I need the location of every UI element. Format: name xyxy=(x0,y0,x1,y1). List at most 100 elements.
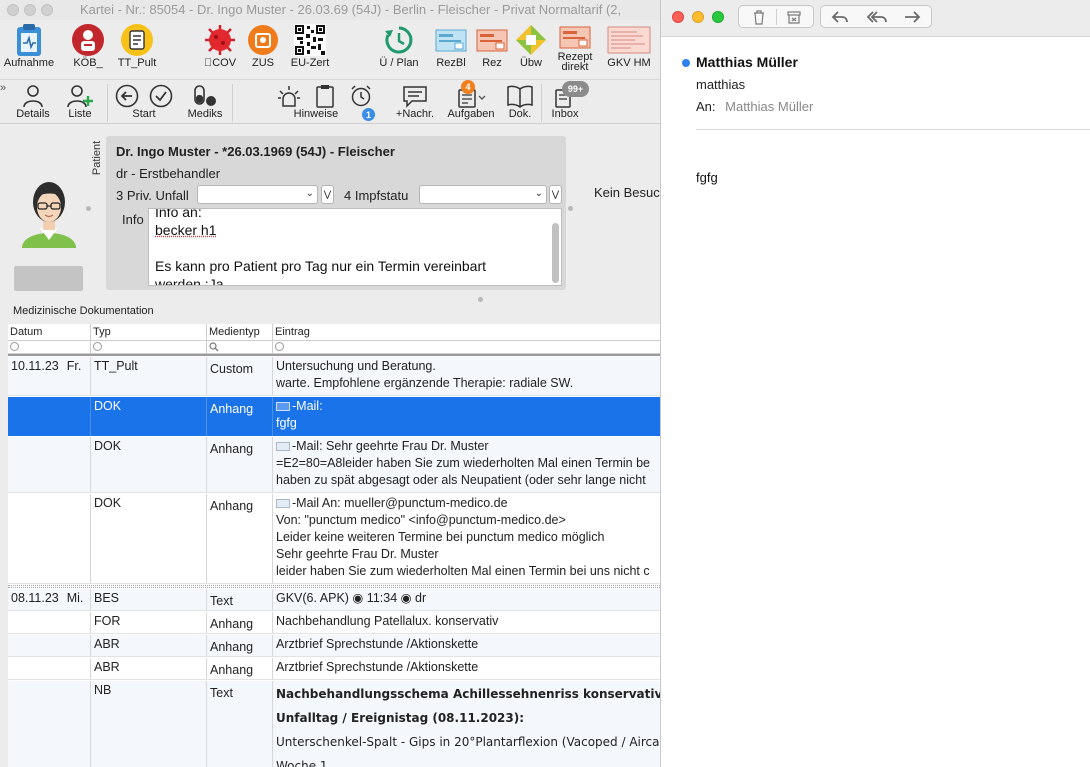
eintrag-line: -Mail An: mueller@punctum-medico.de xyxy=(276,495,657,512)
uebw-button[interactable]: Übw xyxy=(512,22,550,69)
table-row[interactable]: DOK Anhang -Mail: Sehr geehrte Frau Dr. Mu… xyxy=(8,437,660,493)
start-button[interactable]: Start xyxy=(112,83,176,120)
rezept-direkt-label: Rezept direkt xyxy=(555,52,595,72)
row-day: Fr. xyxy=(67,359,82,373)
button-divider xyxy=(776,9,777,25)
cell-typ: ABR xyxy=(91,658,207,679)
hinweise-button[interactable]: Hinweise xyxy=(276,83,374,120)
row-typ: BES xyxy=(94,591,119,605)
zus-icon xyxy=(247,22,279,58)
rez-button[interactable]: Rez xyxy=(474,22,510,69)
mediks-button[interactable]: Mediks xyxy=(184,83,226,120)
gkv-hm-button[interactable]: GKV HM xyxy=(602,22,656,69)
expand-chevrons-icon[interactable]: » xyxy=(0,82,6,94)
col-header-medientyp[interactable]: Medientyp xyxy=(207,324,273,341)
cell-datum xyxy=(8,681,91,767)
rezbl-button[interactable]: RezBl xyxy=(432,22,470,69)
eintrag-text: haben zu spät abgesagt oder als Neupatie… xyxy=(276,473,646,487)
person-icon xyxy=(21,83,45,109)
row-typ: FOR xyxy=(94,614,120,628)
col-header-eintrag[interactable]: Eintrag xyxy=(273,324,660,341)
patient-photo-placeholder[interactable] xyxy=(14,266,83,291)
uebw-label: Übw xyxy=(520,58,542,69)
info-textarea[interactable]: Info an: becker h1 Es kann pro Patient p… xyxy=(148,208,562,286)
filter-datum[interactable] xyxy=(8,341,91,354)
table-row[interactable]: ABR Anhang Arztbrief Sprechstunde /Aktions… xyxy=(8,635,660,657)
col-header-datum[interactable]: Datum xyxy=(8,324,91,341)
patient-side-text: Patient xyxy=(91,141,103,175)
inbox-badge: 99+ xyxy=(562,81,589,97)
table-row[interactable]: DOK Anhang -Mail: fgfg xyxy=(8,397,660,436)
documentation-table: Datum Typ Medientyp Eintrag 10.11.23 Fr. T… xyxy=(8,324,660,767)
mail-subject: matthias xyxy=(696,77,745,92)
eu-zert-button[interactable]: EU-Zert xyxy=(284,22,336,69)
mail-minimize-button[interactable] xyxy=(692,11,704,23)
filter-typ[interactable] xyxy=(91,341,207,354)
visit-status: Kein Besuc xyxy=(594,185,660,200)
priv-unfall-more-button[interactable]: ⋁ xyxy=(321,185,334,204)
ue-plan-button[interactable]: Ü / Plan xyxy=(374,22,424,69)
info-scrollbar[interactable] xyxy=(552,223,559,283)
cell-eintrag: Arztbrief Sprechstunde /Aktionskette xyxy=(273,658,660,679)
archive-icon[interactable] xyxy=(786,9,802,25)
mail-attachment-icon xyxy=(276,442,290,451)
tt-pult-label: TT_Pult xyxy=(118,58,157,69)
eintrag-line: Untersuchung und Beratung. xyxy=(276,358,657,375)
eintrag-line: Arztbrief Sprechstunde /Aktionskette xyxy=(276,659,657,676)
main-toolbar: Aufnahme KÖB_ TT_Pult COV ZUS xyxy=(0,20,660,78)
close-window-button[interactable] xyxy=(7,4,19,16)
minimize-window-button[interactable] xyxy=(24,4,36,16)
zus-button[interactable]: ZUS xyxy=(246,22,280,69)
mail-close-button[interactable] xyxy=(672,11,684,23)
rezept-direkt-button[interactable]: Rezept direkt xyxy=(554,22,596,72)
filter-eintrag[interactable] xyxy=(273,341,660,354)
cov-text: COV xyxy=(212,57,236,69)
cov-button[interactable]: COV xyxy=(198,22,242,69)
table-row[interactable]: NB Text Nachbehandlungsschema Achillessehn… xyxy=(8,681,660,767)
dok-button[interactable]: Dok. xyxy=(504,83,536,120)
col-header-typ[interactable]: Typ xyxy=(91,324,207,341)
cell-eintrag: Untersuchung und Beratung. warte. Empfohl… xyxy=(273,357,660,395)
filter-medientyp[interactable] xyxy=(207,341,273,354)
koeb-button[interactable]: KÖB_ xyxy=(66,22,110,69)
trash-icon[interactable] xyxy=(751,9,767,25)
mail-sender[interactable]: Matthias Müller xyxy=(696,54,798,70)
eintrag-text: Untersuchung und Beratung. xyxy=(276,359,436,373)
impfstatus-select[interactable]: ⌄ xyxy=(419,185,547,204)
impfstatus-more-button[interactable]: ⋁ xyxy=(549,185,562,204)
table-row[interactable]: ABR Anhang Arztbrief Sprechstunde /Aktions… xyxy=(8,658,660,680)
liste-button[interactable]: Liste xyxy=(60,83,100,120)
mail-to-recipient[interactable]: Matthias Müller xyxy=(725,99,813,114)
cell-typ: NB xyxy=(91,681,207,767)
table-row[interactable]: 08.11.23 Mi. BES Text GKV(6. APK) ◉ 11:34 ◉ … xyxy=(8,589,660,611)
reply-icon[interactable] xyxy=(831,9,849,25)
secondary-toolbar: » Details Liste Start Mediks Hinweise 1 … xyxy=(0,79,660,124)
details-button[interactable]: Details xyxy=(12,83,54,120)
cell-typ: TT_Pult xyxy=(91,357,207,395)
reply-all-icon[interactable] xyxy=(866,9,888,25)
cell-medientyp: Text xyxy=(207,681,273,767)
row-medium: Anhang xyxy=(210,640,253,654)
eintrag-text: =E2=80=A8leider haben Sie zum wiederholt… xyxy=(276,456,650,470)
tt-pult-button[interactable]: TT_Pult xyxy=(114,22,160,69)
patient-avatar[interactable] xyxy=(14,170,84,250)
field2-label: 4 Impfstatu xyxy=(344,188,408,203)
cell-eintrag: -Mail An: mueller@punctum-medico.de Von: … xyxy=(273,494,660,583)
priv-unfall-select[interactable]: ⌄ xyxy=(197,185,318,204)
transfer-diamond-icon xyxy=(515,22,547,58)
eintrag-line: =E2=80=A8leider haben Sie zum wiederholt… xyxy=(276,455,657,472)
table-row[interactable]: FOR Anhang Nachbehandlung Patellalux. kons… xyxy=(8,612,660,634)
eintrag-line: Arztbrief Sprechstunde /Aktionskette xyxy=(276,636,657,653)
table-row[interactable]: 10.11.23 Fr. TT_Pult Custom Untersuchung und… xyxy=(8,357,660,396)
table-row[interactable]: DOK Anhang -Mail An: mueller@punctum-medic… xyxy=(8,494,660,584)
forward-icon[interactable] xyxy=(903,9,921,25)
aufgaben-badge: 4 xyxy=(461,80,475,94)
mail-zoom-button[interactable] xyxy=(712,11,724,23)
mediks-label: Mediks xyxy=(188,109,223,120)
filter-circle-icon xyxy=(10,342,19,351)
new-message-button[interactable]: +Nachr. xyxy=(392,83,438,120)
cell-eintrag: -Mail: Sehr geehrte Frau Dr. Muster =E2=8… xyxy=(273,437,660,492)
zoom-window-button[interactable] xyxy=(41,4,53,16)
aufnahme-button[interactable]: Aufnahme xyxy=(6,22,52,69)
virus-icon xyxy=(203,22,237,58)
